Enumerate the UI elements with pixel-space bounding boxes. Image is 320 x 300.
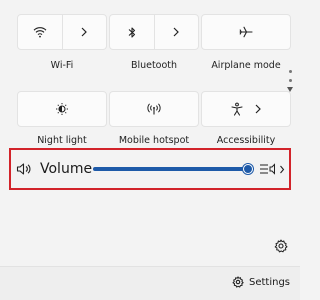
wifi-label: Wi-Fi xyxy=(50,60,74,71)
volume-slider-thumb[interactable] xyxy=(243,164,253,174)
gear-icon[interactable] xyxy=(274,239,288,253)
night-light-label: Night light xyxy=(37,135,87,146)
quick-settings-panel: Wi-Fi Bluetooth Airplane mode Night ligh… xyxy=(0,0,300,300)
night-light-tile[interactable] xyxy=(17,91,107,127)
mobile-hotspot-tile[interactable] xyxy=(109,91,199,127)
volume-slider-fill xyxy=(93,167,248,171)
page-indicator-dot[interactable] xyxy=(289,79,292,82)
speaker-icon[interactable] xyxy=(16,162,32,176)
page-down-arrow-icon[interactable] xyxy=(287,87,293,92)
chevron-right-icon[interactable] xyxy=(254,104,262,114)
settings-gear-icon xyxy=(232,276,244,288)
chevron-right-icon xyxy=(81,27,88,37)
accessibility-label: Accessibility xyxy=(216,135,276,146)
volume-row: Volume xyxy=(9,148,291,190)
volume-slider[interactable] xyxy=(93,164,253,174)
airplane-mode-label: Airplane mode xyxy=(211,60,281,71)
hotspot-icon xyxy=(147,103,161,115)
bluetooth-icon xyxy=(128,26,135,38)
chevron-right-icon xyxy=(280,165,285,173)
bluetooth-label: Bluetooth xyxy=(130,60,178,71)
wifi-toggle[interactable] xyxy=(18,15,62,49)
chevron-right-icon xyxy=(173,27,180,37)
accessibility-icon xyxy=(231,102,243,116)
accessibility-tile[interactable] xyxy=(201,91,291,127)
wifi-expand-button[interactable] xyxy=(61,15,107,49)
settings-label: Settings xyxy=(249,276,291,288)
volume-label: Volume xyxy=(40,161,93,177)
night-light-icon xyxy=(56,103,68,115)
mobile-hotspot-label: Mobile hotspot xyxy=(118,135,190,146)
settings-button[interactable]: Settings xyxy=(232,276,290,288)
bluetooth-expand-button[interactable] xyxy=(153,15,199,49)
airplane-icon xyxy=(239,26,253,38)
wifi-icon xyxy=(33,27,47,38)
audio-output-button[interactable] xyxy=(259,162,285,176)
bluetooth-tile[interactable] xyxy=(109,14,199,50)
page-indicator-dot[interactable] xyxy=(289,70,292,73)
airplane-mode-tile[interactable] xyxy=(201,14,291,50)
wifi-tile[interactable] xyxy=(17,14,107,50)
audio-output-icon xyxy=(260,163,275,175)
bluetooth-toggle[interactable] xyxy=(110,15,154,49)
